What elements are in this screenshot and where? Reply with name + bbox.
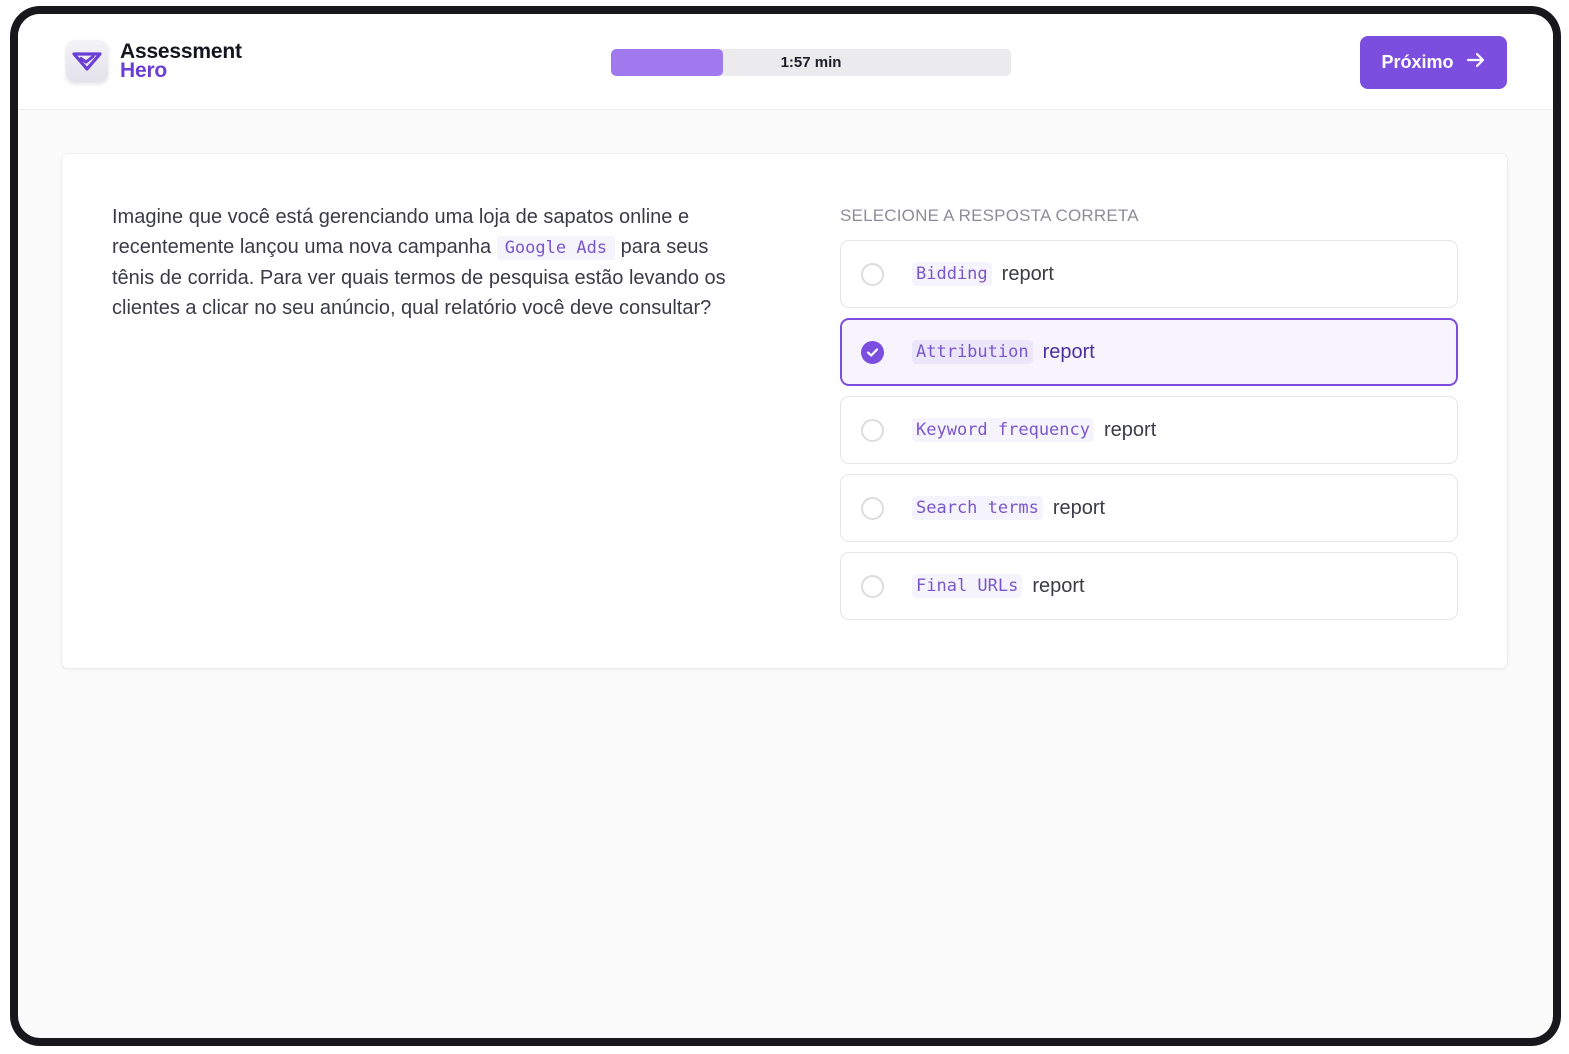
- answer-option-bidding[interactable]: Bidding report: [840, 240, 1458, 308]
- option-label: Search terms report: [912, 496, 1105, 520]
- option-suffix: report: [1042, 340, 1095, 363]
- question-code: Google Ads: [496, 236, 616, 260]
- radio-button[interactable]: [861, 496, 884, 520]
- top-header: Assessment Hero 1:57 min Próximo: [18, 14, 1553, 110]
- radio-button[interactable]: [861, 574, 884, 598]
- option-code: Search terms: [912, 496, 1043, 520]
- option-suffix: report: [1032, 574, 1085, 597]
- radio-button[interactable]: [861, 418, 884, 442]
- arrow-right-icon: [1466, 51, 1486, 74]
- next-button-label: Próximo: [1381, 52, 1454, 72]
- timer-text: 1:57 min: [780, 54, 842, 71]
- app-screen: Assessment Hero 1:57 min Próximo Imagine…: [18, 14, 1553, 1038]
- logo-text-hero: Hero: [120, 59, 168, 82]
- option-label: Final URLs report: [912, 574, 1085, 598]
- answers-heading: SELECIONE A RESPOSTA CORRETA: [840, 206, 1139, 225]
- option-code: Attribution: [912, 340, 1033, 364]
- question-text: Imagine que você está gerenciando uma lo…: [112, 202, 742, 323]
- diamond-check-icon: [66, 40, 108, 82]
- option-label: Bidding report: [912, 262, 1054, 286]
- answer-option-keyword-frequency[interactable]: Keyword frequency report: [840, 396, 1458, 464]
- check-icon: [866, 347, 879, 357]
- app-logo[interactable]: Assessment Hero: [66, 40, 242, 82]
- answer-options: SELECIONE A RESPOSTA CORRETA Bidding rep…: [840, 206, 1458, 630]
- option-suffix: report: [1001, 262, 1054, 285]
- option-code: Bidding: [912, 262, 992, 286]
- next-button[interactable]: Próximo: [1360, 36, 1507, 89]
- option-suffix: report: [1104, 418, 1157, 441]
- option-code: Keyword frequency: [912, 418, 1094, 442]
- timer-progress-bar: 1:57 min: [611, 49, 1011, 76]
- option-suffix: report: [1052, 496, 1106, 519]
- answer-option-final-urls[interactable]: Final URLs report: [840, 552, 1458, 620]
- option-label: Attribution report: [912, 340, 1095, 364]
- logo-wordmark: Assessment Hero: [120, 41, 242, 82]
- radio-button[interactable]: [861, 262, 884, 286]
- answer-option-attribution[interactable]: Attribution report: [840, 318, 1458, 386]
- answer-option-search-terms[interactable]: Search terms report: [840, 474, 1458, 542]
- option-code: Final URLs: [912, 574, 1023, 598]
- radio-button-checked[interactable]: [861, 340, 884, 364]
- option-label: Keyword frequency report: [912, 418, 1156, 442]
- device-frame: Assessment Hero 1:57 min Próximo Imagine…: [10, 6, 1561, 1046]
- question-card: Imagine que você está gerenciando uma lo…: [62, 154, 1507, 668]
